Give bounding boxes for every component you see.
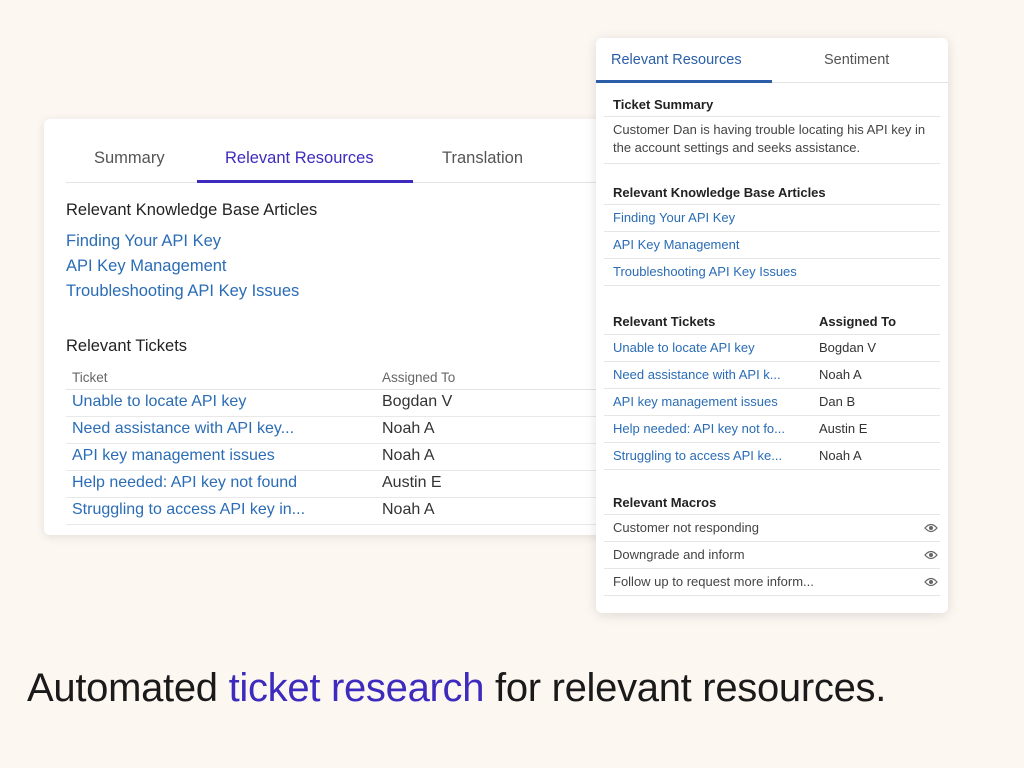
kb-articles-section: Relevant Knowledge Base Articles Finding…: [604, 182, 940, 286]
col-assigned-header: Assigned To: [382, 370, 456, 385]
macro-item: Downgrade and inform: [604, 542, 940, 569]
ticket-summary-section: Ticket Summary Customer Dan is having tr…: [604, 94, 940, 164]
table-row: API key management issues Noah A: [66, 444, 604, 471]
table-row: Help needed: API key not fo... Austin E: [604, 416, 940, 443]
ticket-link[interactable]: API key management issues: [72, 447, 275, 465]
tagline: Automated ticket research for relevant r…: [27, 666, 886, 711]
table-row: Unable to locate API key Bogdan V: [604, 335, 940, 362]
ticket-link[interactable]: Struggling to access API key in...: [72, 501, 305, 519]
ticket-link[interactable]: Need assistance with API k...: [613, 362, 781, 388]
macro-label: Customer not responding: [613, 520, 759, 535]
macro-label: Follow up to request more inform...: [613, 574, 814, 589]
ticket-link[interactable]: Help needed: API key not found: [72, 474, 297, 492]
left-tab-bar: Summary Relevant Resources Translation: [66, 143, 604, 183]
table-row: Unable to locate API key Bogdan V: [66, 390, 604, 417]
assignee: Austin E: [382, 474, 442, 491]
tab-relevant-resources[interactable]: Relevant Resources: [225, 149, 374, 168]
tagline-prefix: Automated: [27, 666, 229, 710]
tab-summary[interactable]: Summary: [94, 149, 165, 168]
ticket-link[interactable]: Need assistance with API key...: [72, 420, 294, 438]
kb-link-finding-api-key[interactable]: Finding Your API Key: [66, 232, 221, 251]
assignee: Noah A: [382, 420, 435, 437]
tickets-header: Relevant Tickets Assigned To: [604, 310, 940, 335]
ticket-link[interactable]: Unable to locate API key: [72, 393, 246, 411]
assignee: Austin E: [819, 421, 868, 436]
col-ticket-header: Ticket: [72, 370, 108, 385]
macro-item: Customer not responding: [604, 515, 940, 542]
assignee: Noah A: [382, 447, 435, 464]
ticket-panel-left: Summary Relevant Resources Translation R…: [44, 119, 604, 535]
kb-link[interactable]: API Key Management: [613, 232, 739, 258]
table-row: Struggling to access API ke... Noah A: [604, 443, 940, 470]
list-item[interactable]: Troubleshooting API Key Issues: [604, 259, 940, 286]
ticket-link[interactable]: Struggling to access API ke...: [613, 443, 782, 469]
tagline-highlight: ticket research: [228, 666, 485, 710]
list-item[interactable]: Finding Your API Key: [604, 205, 940, 232]
active-tab-indicator: [596, 80, 772, 83]
tab-relevant-resources[interactable]: Relevant Resources: [611, 52, 742, 68]
tickets-table-header: Ticket Assigned To: [66, 369, 604, 390]
table-row: Need assistance with API k... Noah A: [604, 362, 940, 389]
assignee: Bogdan V: [382, 393, 453, 410]
macro-label: Downgrade and inform: [613, 547, 745, 562]
tagline-suffix: for relevant resources.: [484, 666, 887, 710]
relevant-tickets-title: Relevant Tickets: [66, 337, 188, 355]
kb-link[interactable]: Troubleshooting API Key Issues: [613, 259, 797, 285]
table-row: Need assistance with API key... Noah A: [66, 417, 604, 444]
assignee: Noah A: [819, 448, 862, 463]
assigned-to-header: Assigned To: [819, 314, 897, 329]
assignee: Dan B: [819, 394, 856, 409]
ticket-summary-title: Ticket Summary: [604, 94, 940, 117]
ticket-link[interactable]: Help needed: API key not fo...: [613, 416, 785, 442]
tickets-table: Ticket Assigned To Unable to locate API …: [66, 369, 604, 525]
right-tab-bar: Relevant Resources Sentiment: [596, 38, 948, 83]
eye-icon[interactable]: [924, 522, 938, 534]
assignee: Noah A: [382, 501, 435, 518]
macro-item: Follow up to request more inform...: [604, 569, 940, 596]
ticket-link[interactable]: API key management issues: [613, 389, 778, 415]
active-tab-indicator: [197, 180, 413, 183]
tab-sentiment[interactable]: Sentiment: [824, 52, 889, 68]
ticket-panel-right: Relevant Resources Sentiment Ticket Summ…: [596, 38, 948, 613]
macros-title: Relevant Macros: [604, 492, 940, 515]
list-item[interactable]: API Key Management: [604, 232, 940, 259]
kb-link-troubleshooting[interactable]: Troubleshooting API Key Issues: [66, 282, 299, 301]
table-row: Struggling to access API key in... Noah …: [66, 498, 604, 525]
kb-link[interactable]: Finding Your API Key: [613, 205, 735, 231]
ticket-summary-text: Customer Dan is having trouble locating …: [604, 117, 940, 164]
kb-articles-title: Relevant Knowledge Base Articles: [66, 201, 318, 219]
tickets-title: Relevant Tickets: [613, 314, 716, 329]
kb-articles-title: Relevant Knowledge Base Articles: [604, 182, 940, 205]
relevant-tickets-section: Relevant Tickets Assigned To Unable to l…: [604, 310, 940, 470]
tab-translation[interactable]: Translation: [442, 149, 523, 168]
eye-icon[interactable]: [924, 576, 938, 588]
relevant-macros-section: Relevant Macros Customer not responding …: [604, 492, 940, 596]
ticket-link[interactable]: Unable to locate API key: [613, 335, 755, 361]
kb-link-api-key-management[interactable]: API Key Management: [66, 257, 227, 276]
eye-icon[interactable]: [924, 549, 938, 561]
assignee: Noah A: [819, 367, 862, 382]
assignee: Bogdan V: [819, 340, 877, 355]
stage: Summary Relevant Resources Translation R…: [0, 0, 1024, 768]
table-row: API key management issues Dan B: [604, 389, 940, 416]
table-row: Help needed: API key not found Austin E: [66, 471, 604, 498]
